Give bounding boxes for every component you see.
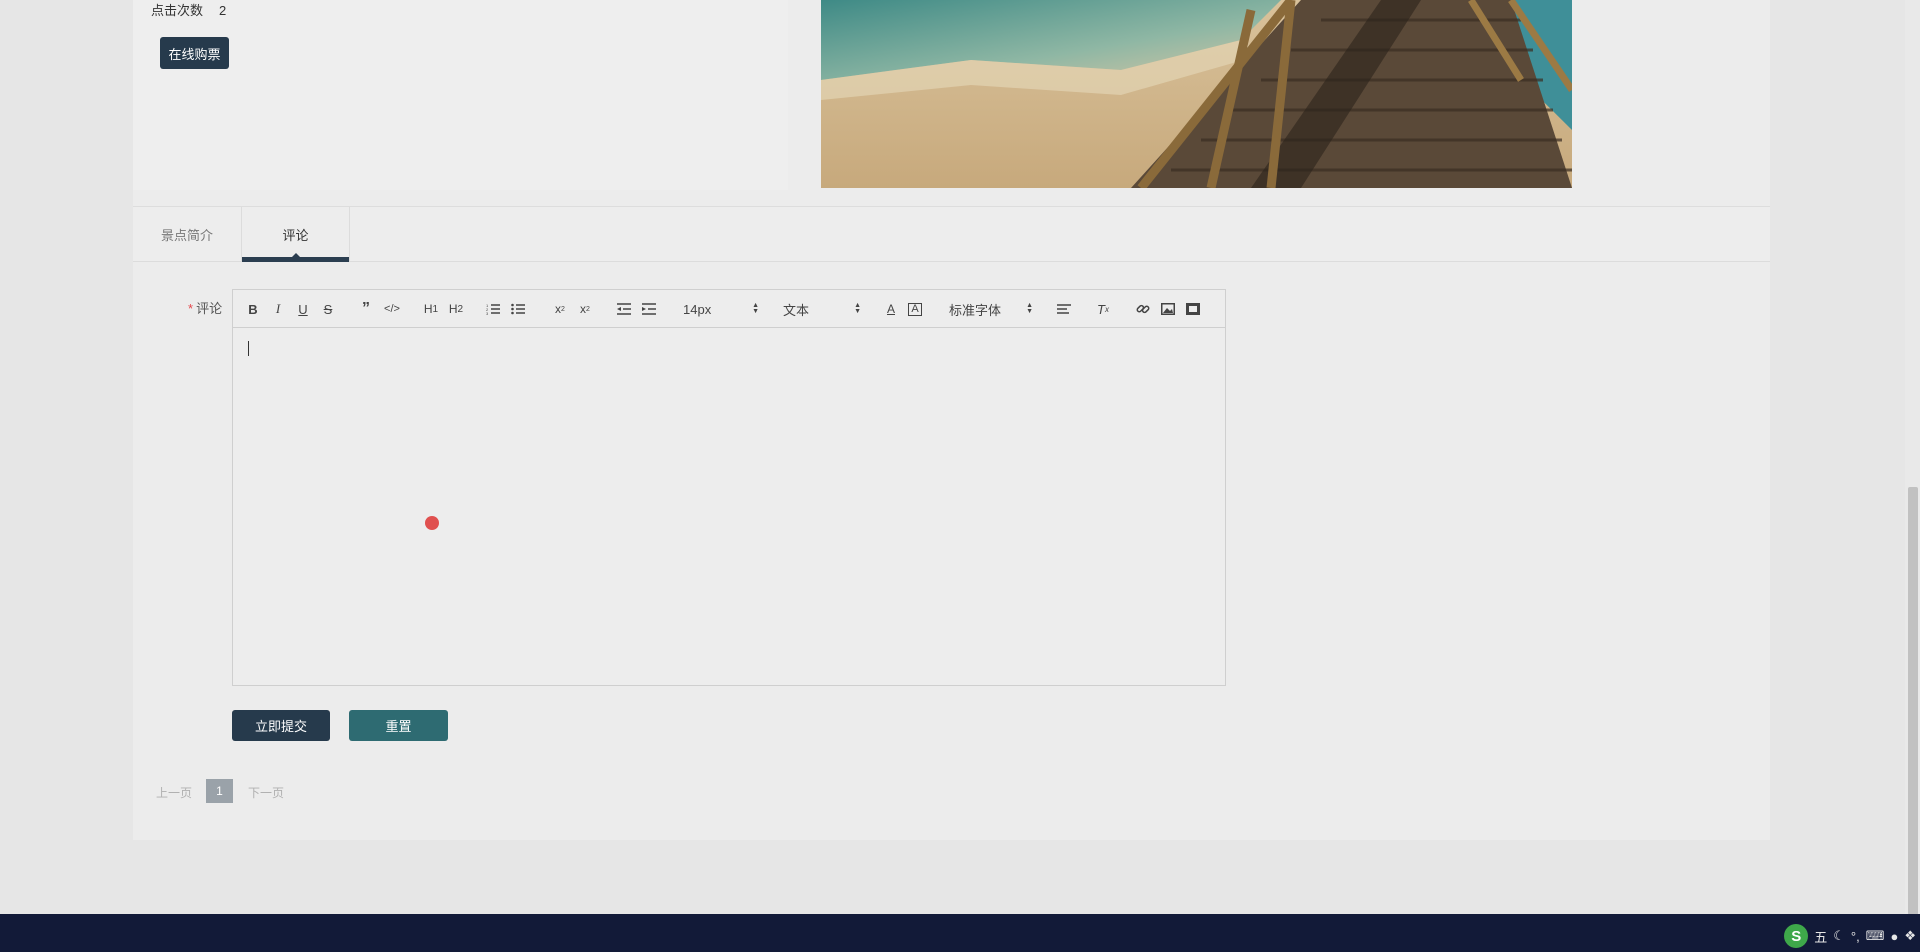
tab-comment[interactable]: 评论 (241, 207, 350, 262)
vertical-scrollbar[interactable] (1905, 0, 1920, 915)
outdent-icon[interactable] (616, 299, 632, 319)
ime-mode[interactable]: 五 (1814, 927, 1827, 946)
scrollbar-thumb[interactable] (1908, 487, 1918, 915)
clean-format-icon[interactable]: Tx (1095, 299, 1111, 319)
ordered-list-icon[interactable]: 123 (485, 299, 501, 319)
svg-text:3: 3 (486, 311, 489, 315)
moon-icon[interactable]: ☾ (1833, 928, 1845, 944)
click-count-value: 2 (219, 3, 227, 18)
header-select-value: 文本 (783, 302, 810, 318)
editor-content-area[interactable] (233, 328, 1225, 685)
click-count-label: 点击次数 (151, 3, 204, 18)
rich-text-editor: B I U S ” </> H1 H2 123 x2 x2 14px ▲ ▼ 文本… (232, 289, 1226, 686)
current-page[interactable]: 1 (206, 779, 233, 803)
keyboard-icon[interactable]: ⌨ (1866, 928, 1885, 944)
select-arrows-icon: ▲ ▼ (854, 302, 861, 315)
submit-button[interactable]: 立即提交 (232, 710, 330, 741)
attraction-info-panel (133, 0, 788, 190)
code-block-icon[interactable]: </> (383, 299, 401, 319)
font-family-value: 标准字体 (949, 302, 1002, 318)
font-size-value: 14px (683, 301, 712, 317)
reset-button[interactable]: 重置 (349, 710, 448, 741)
user-icon[interactable]: ● (1890, 929, 1898, 944)
next-page-link[interactable]: 下一页 (248, 784, 288, 801)
header1-icon[interactable]: H1 (421, 299, 441, 319)
superscript-icon[interactable]: x2 (576, 299, 594, 319)
taskbar: S 五 ☾ °, ⌨ ● ❖ (0, 914, 1920, 952)
tab-active-underline (242, 257, 349, 262)
link-icon[interactable] (1135, 299, 1151, 319)
prev-page-link[interactable]: 上一页 (156, 784, 196, 801)
tab-bar: 景点简介 评论 (133, 207, 1770, 262)
align-icon[interactable] (1056, 299, 1072, 319)
bold-icon[interactable]: B (245, 299, 261, 319)
header2-icon[interactable]: H2 (446, 299, 466, 319)
ime-logo-icon[interactable]: S (1784, 924, 1809, 948)
blockquote-icon[interactable]: ” (358, 299, 374, 319)
punctuation-icon[interactable]: °, (1851, 929, 1860, 944)
toolbox-icon[interactable]: ❖ (1904, 928, 1916, 944)
header-select[interactable]: 文本 ▲ ▼ (783, 299, 861, 319)
select-arrows-icon: ▲ ▼ (1026, 302, 1033, 315)
text-caret (248, 341, 249, 356)
italic-icon[interactable]: I (270, 299, 286, 319)
bullet-list-icon[interactable] (510, 299, 526, 319)
subscript-icon[interactable]: x2 (551, 299, 569, 319)
text-color-icon[interactable]: A (883, 299, 899, 319)
strike-icon[interactable]: S (320, 299, 336, 319)
select-arrows-icon: ▲ ▼ (752, 302, 759, 315)
video-icon[interactable] (1185, 299, 1201, 319)
beach-boardwalk-image (821, 0, 1572, 188)
background-color-icon[interactable]: A (907, 299, 923, 319)
tab-comment-label: 评论 (282, 228, 309, 243)
system-tray: S 五 ☾ °, ⌨ ● ❖ (1784, 924, 1920, 948)
comment-label-text: 评论 (196, 301, 223, 316)
attraction-photo (821, 0, 1572, 188)
indent-icon[interactable] (641, 299, 657, 319)
image-icon[interactable] (1160, 299, 1176, 319)
tab-attraction-intro[interactable]: 景点简介 (133, 207, 241, 261)
required-mark: * (188, 301, 194, 316)
mouse-cursor-indicator (425, 516, 439, 530)
comment-field-label: * 评论 (188, 298, 222, 317)
buy-ticket-button[interactable]: 在线购票 (160, 37, 229, 69)
editor-toolbar: B I U S ” </> H1 H2 123 x2 x2 14px ▲ ▼ 文本… (233, 290, 1225, 328)
underline-icon[interactable]: U (295, 299, 311, 319)
font-size-select[interactable]: 14px ▲ ▼ (683, 299, 759, 319)
click-count: 点击次数 2 (151, 0, 226, 19)
font-family-select[interactable]: 标准字体 ▲ ▼ (949, 299, 1033, 319)
